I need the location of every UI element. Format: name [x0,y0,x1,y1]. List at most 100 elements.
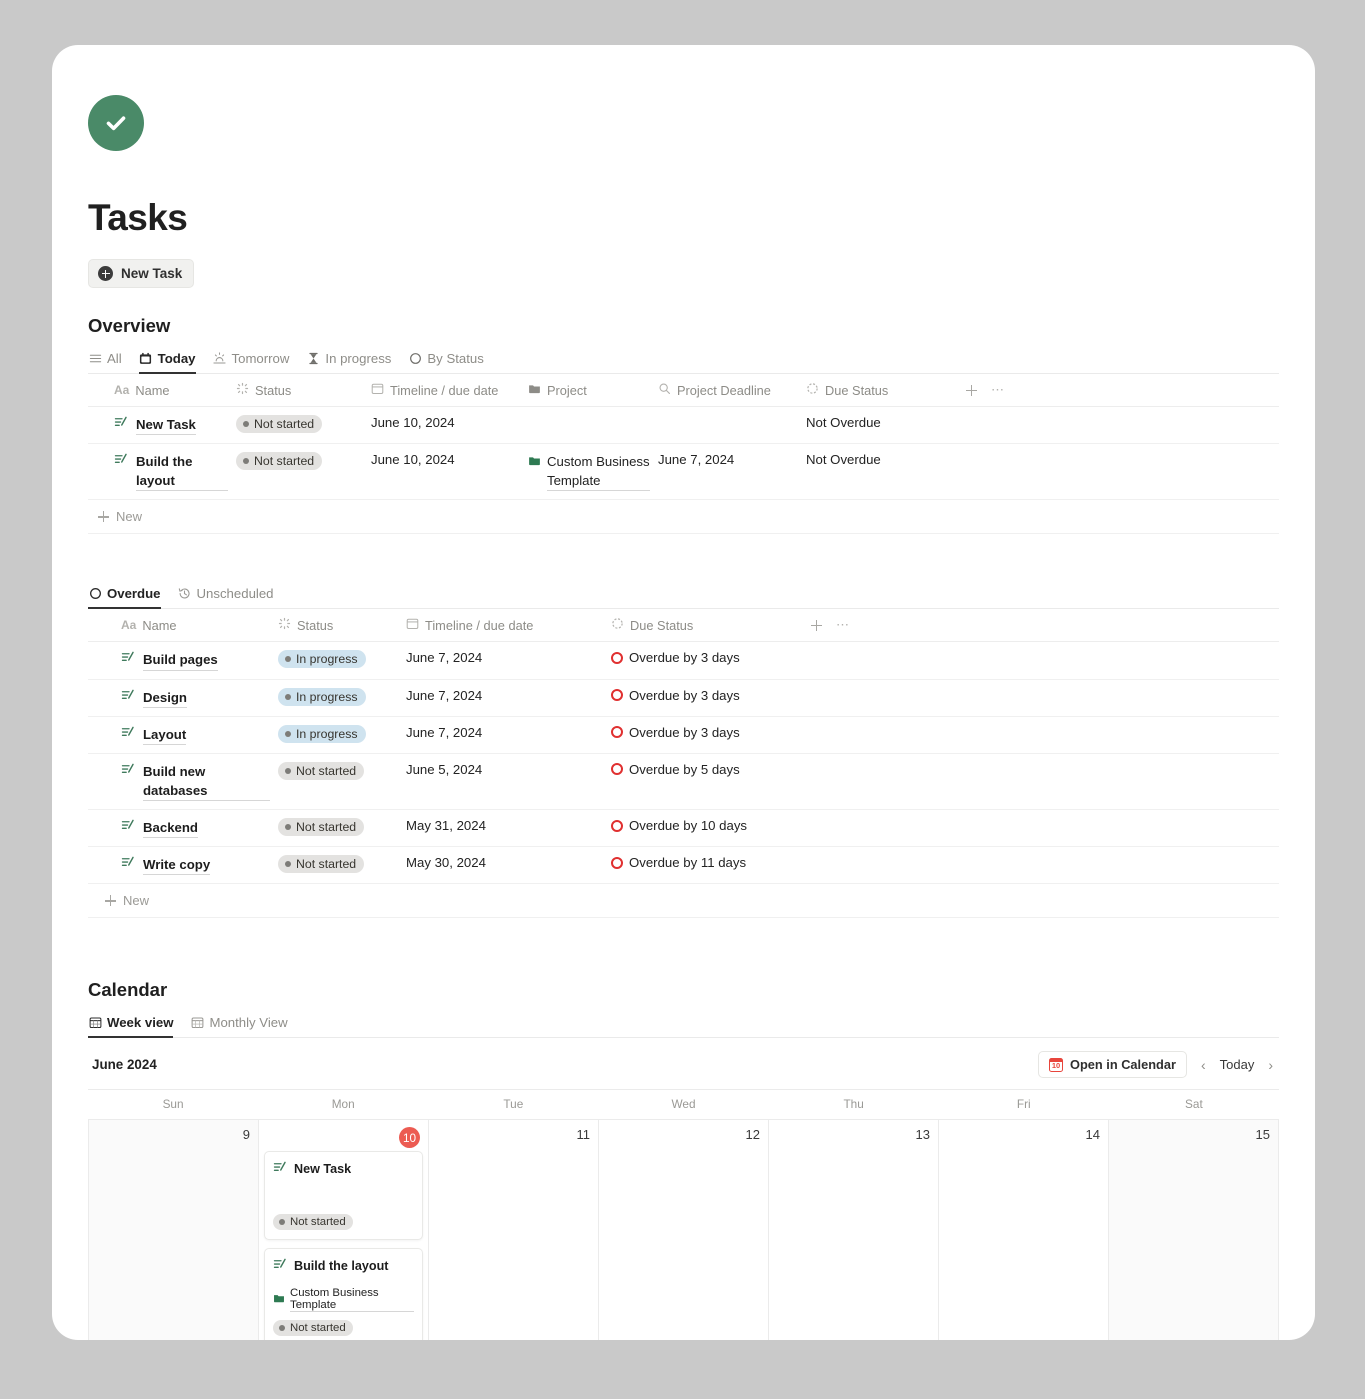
cell-name[interactable]: New Task [88,406,236,445]
tab-unscheduled[interactable]: Unscheduled [178,586,274,609]
column-header-name[interactable]: Aa Name [88,609,278,643]
more-options-button[interactable]: ⋯ [991,382,1005,398]
cell-due-status[interactable]: Overdue by 3 days [611,679,811,717]
column-header-name[interactable]: Aa Name [88,374,236,407]
calendar-day-cell[interactable]: 13 [769,1120,939,1340]
cell-timeline[interactable]: June 10, 2024 [371,406,528,445]
cell-status[interactable]: Not started [278,846,406,885]
column-header-timeline[interactable]: Timeline / due date [371,374,528,407]
calendar-day-cell[interactable]: 14 [939,1120,1109,1340]
cell-empty [811,846,1279,885]
cell-project-deadline[interactable] [658,406,806,445]
table-row[interactable]: Design In progress June 7, 2024 Overdue by … [88,679,1279,717]
cell-due-status[interactable]: Overdue by 10 days [611,809,811,848]
task-name-label: Build new databases [143,762,270,802]
tab-monthly-view[interactable]: Monthly View [190,1015,288,1038]
cell-name[interactable]: Backend [88,809,278,848]
overdue-new-row-button[interactable]: New [88,884,1279,919]
column-header-due-status[interactable]: Due Status [611,609,811,643]
tab-by-status-label: By Status [427,351,484,366]
calendar-weekday-label: Sat [1185,1097,1203,1112]
cell-name[interactable]: Design [88,679,278,717]
add-column-button[interactable] [811,619,822,631]
table-row[interactable]: Write copy Not started May 30, 2024 Overdue… [88,846,1279,885]
calendar-day-cells: 9 10 New Task Not started Build the layout Cu… [88,1119,1279,1340]
cell-timeline[interactable]: June 7, 2024 [406,716,611,754]
cell-name[interactable]: Write copy [88,846,278,885]
calendar-day-cell[interactable]: 12 [599,1120,769,1340]
open-in-calendar-button[interactable]: 10 Open in Calendar [1038,1051,1187,1079]
calendar-day-cell[interactable]: 9 [89,1120,259,1340]
cell-empty [811,809,1279,848]
more-options-button[interactable]: ⋯ [836,617,850,633]
task-name-label: Backend [143,818,198,839]
tab-all[interactable]: All [88,351,122,374]
column-header-status[interactable]: Status [236,374,371,407]
cell-name[interactable]: Build new databases [88,753,278,811]
cell-status[interactable]: Not started [236,443,371,501]
column-header-timeline[interactable]: Timeline / due date [406,609,611,643]
cell-status[interactable]: In progress [278,641,406,680]
calendar-weekday-label: Sun [162,1097,184,1112]
prev-week-button[interactable]: ‹ [1199,1057,1208,1073]
cell-due-status[interactable]: Overdue by 3 days [611,641,811,680]
cell-due-status[interactable]: Overdue by 3 days [611,716,811,754]
calendar-event-card[interactable]: New Task Not started [264,1151,423,1241]
cell-name[interactable]: Build the layout [88,443,236,501]
calendar-event-project[interactable]: Custom Business Template [273,1287,414,1313]
cell-status[interactable]: In progress [278,679,406,717]
tab-in-progress[interactable]: In progress [306,351,391,374]
tab-overdue[interactable]: Overdue [88,586,161,610]
add-column-button[interactable] [966,384,977,396]
table-row[interactable]: Build the layout Not started June 10, 20… [88,443,1279,501]
table-row[interactable]: Backend Not started May 31, 2024 Overdue by… [88,809,1279,848]
cell-due-status[interactable]: Overdue by 11 days [611,846,811,885]
status-badge: Not started [273,1320,353,1337]
column-header-due-status[interactable]: Due Status [806,374,966,407]
calendar-day-cell[interactable]: 10 New Task Not started Build the layout Cus… [259,1120,429,1340]
cell-name[interactable]: Build pages [88,641,278,680]
cell-project[interactable]: Custom Business Template [528,443,658,501]
table-row[interactable]: New Task Not started June 10, 2024 Not O… [88,406,1279,445]
calendar-view-tabs: Week view Monthly View [88,1011,1279,1039]
overview-table: Aa Name Status Timeline / due date Proje… [88,374,1279,501]
cell-due-status[interactable]: Not Overdue [806,406,966,445]
table-row[interactable]: Build new databases Not started June 5, 20… [88,753,1279,811]
cell-timeline[interactable]: June 7, 2024 [406,641,611,680]
cell-timeline[interactable]: June 7, 2024 [406,679,611,717]
cell-due-status[interactable]: Overdue by 5 days [611,753,811,811]
column-header-project[interactable]: Project [528,374,658,407]
cell-status[interactable]: Not started [236,406,371,445]
cell-project[interactable] [528,406,658,445]
cell-timeline[interactable]: June 5, 2024 [406,753,611,811]
calendar-day-cell[interactable]: 15 [1109,1120,1279,1340]
today-button[interactable]: Today [1220,1057,1255,1072]
column-header-actions: ⋯ [811,609,1279,643]
table-row[interactable]: Build pages In progress June 7, 2024 Overdu… [88,641,1279,680]
cell-project-deadline[interactable]: June 7, 2024 [658,443,806,501]
cell-timeline[interactable]: May 30, 2024 [406,846,611,885]
plus-circle-icon [98,266,113,281]
new-task-button[interactable]: New Task [88,259,195,288]
cell-timeline[interactable]: May 31, 2024 [406,809,611,848]
task-icon [121,855,136,873]
cell-status[interactable]: Not started [278,753,406,811]
overview-new-row-button[interactable]: New [88,500,1279,535]
cell-timeline[interactable]: June 10, 2024 [371,443,528,501]
tab-today[interactable]: Today [138,351,196,374]
cell-status[interactable]: In progress [278,716,406,754]
cell-due-status[interactable]: Not Overdue [806,443,966,501]
tab-week-view[interactable]: Week view [88,1015,174,1039]
table-row[interactable]: Layout In progress June 7, 2024 Overdue by … [88,716,1279,754]
column-header-status[interactable]: Status [278,609,406,643]
tab-by-status[interactable]: By Status [408,351,484,374]
next-week-button[interactable]: › [1266,1057,1275,1073]
calendar-day-cell[interactable]: 11 [429,1120,599,1340]
cell-status[interactable]: Not started [278,809,406,848]
folder-icon [273,1292,285,1307]
status-label: Not started [290,1322,346,1335]
cell-name[interactable]: Layout [88,716,278,754]
tab-tomorrow[interactable]: Tomorrow [213,351,289,374]
calendar-event-card[interactable]: Build the layout Custom Business Template… [264,1248,423,1340]
column-header-project-deadline[interactable]: Project Deadline [658,374,806,407]
